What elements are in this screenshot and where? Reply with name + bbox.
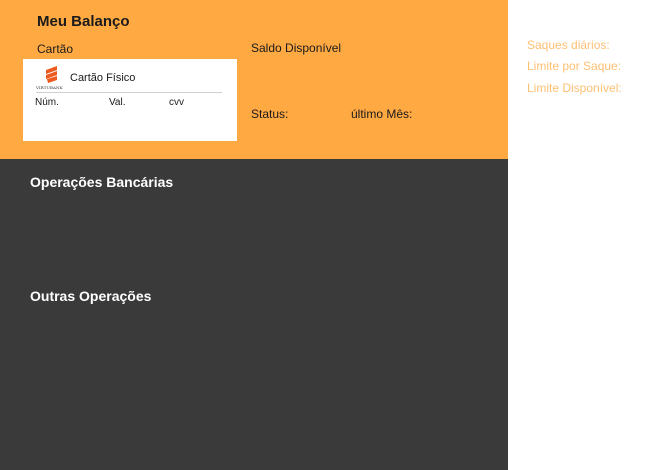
available-balance-label: Saldo Disponível: [251, 41, 342, 55]
card-validity-label: Val.: [109, 97, 126, 108]
status-label: Status:: [251, 107, 289, 121]
card-divider: [36, 92, 222, 93]
physical-card[interactable]: VIRTUBANK Cartão Físico Núm. Val. cvv: [23, 59, 237, 141]
page-title: Meu Balanço: [37, 13, 130, 30]
card-number-label: Núm.: [35, 97, 59, 108]
balance-panel: Meu Balanço Cartão VIRTUBANK Cartão Físi…: [0, 0, 508, 159]
card-section-label: Cartão: [37, 42, 74, 56]
bank-name: VIRTUBANK: [36, 85, 63, 90]
limits-panel: Saques diários: Limite por Saque: Limite…: [508, 0, 645, 470]
last-month-label: último Mês:: [351, 107, 413, 121]
daily-withdrawals-label: Saques diários:: [527, 38, 610, 52]
bank-operations-heading: Operações Bancárias: [30, 174, 174, 190]
operations-panel: Operações Bancárias Outras Operações: [0, 159, 508, 470]
card-cvv-label: cvv: [169, 97, 184, 108]
available-limit-label: Limite Disponível:: [527, 81, 622, 95]
virtubank-logo-icon: VIRTUBANK: [36, 66, 70, 92]
other-operations-heading: Outras Operações: [30, 288, 152, 304]
card-type: Cartão Físico: [70, 72, 136, 84]
per-withdrawal-limit-label: Limite por Saque:: [527, 59, 622, 73]
